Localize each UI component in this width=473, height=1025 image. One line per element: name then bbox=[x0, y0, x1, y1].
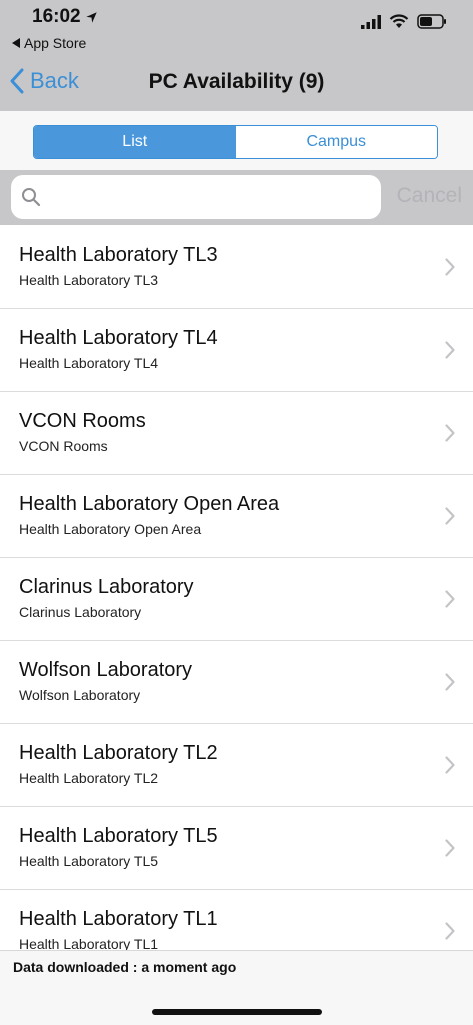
item-subtitle: Health Laboratory TL5 bbox=[19, 853, 159, 869]
item-subtitle: VCON Rooms bbox=[19, 438, 108, 454]
chevron-right-icon bbox=[445, 839, 455, 857]
search-icon bbox=[22, 188, 41, 207]
chevron-right-icon bbox=[445, 341, 455, 359]
item-title: Wolfson Laboratory bbox=[19, 659, 193, 681]
item-subtitle: Wolfson Laboratory bbox=[19, 687, 141, 703]
chevron-right-icon bbox=[445, 756, 455, 774]
item-subtitle: Health Laboratory TL3 bbox=[19, 272, 159, 288]
chevron-right-icon bbox=[445, 673, 455, 691]
item-title: Health Laboratory TL3 bbox=[19, 244, 218, 266]
item-title: Clarinus Laboratory bbox=[19, 576, 194, 598]
time-label: 16:02 bbox=[32, 6, 81, 27]
search-input[interactable] bbox=[47, 187, 351, 207]
location-arrow-icon bbox=[85, 11, 97, 23]
wifi-icon bbox=[389, 14, 409, 28]
list-item[interactable]: Wolfson Laboratory Wolfson Laboratory bbox=[0, 641, 473, 724]
location-list: Health Laboratory TL3 Health Laboratory … bbox=[0, 226, 473, 973]
segment-list[interactable]: List bbox=[34, 126, 236, 158]
search-bar: Cancel bbox=[0, 170, 473, 225]
item-subtitle: Health Laboratory TL4 bbox=[19, 355, 159, 371]
status-icons bbox=[361, 14, 447, 29]
item-title: Health Laboratory TL1 bbox=[19, 908, 218, 930]
search-field[interactable] bbox=[11, 175, 381, 219]
signal-icon bbox=[361, 14, 381, 29]
list-item[interactable]: VCON Rooms VCON Rooms bbox=[0, 392, 473, 475]
list-item[interactable]: Health Laboratory TL3 Health Laboratory … bbox=[0, 226, 473, 309]
list-item[interactable]: Health Laboratory TL5 Health Laboratory … bbox=[0, 807, 473, 890]
item-subtitle: Health Laboratory TL2 bbox=[19, 770, 159, 786]
chevron-right-icon bbox=[445, 258, 455, 276]
back-app-label: App Store bbox=[24, 35, 87, 51]
page-title: PC Availability (9) bbox=[148, 70, 325, 93]
item-title: Health Laboratory TL4 bbox=[19, 327, 218, 349]
chevron-right-icon bbox=[445, 424, 455, 442]
chevron-right-icon bbox=[445, 922, 455, 940]
item-title: Health Laboratory Open Area bbox=[19, 493, 280, 515]
item-title: Health Laboratory TL5 bbox=[19, 825, 218, 847]
cancel-button[interactable]: Cancel bbox=[397, 184, 462, 208]
item-title: Health Laboratory TL2 bbox=[19, 742, 218, 764]
battery-icon bbox=[417, 14, 446, 29]
item-subtitle: Health Laboratory Open Area bbox=[19, 521, 202, 537]
chevron-right-icon bbox=[445, 590, 455, 608]
top-bar: 16:02 App Store Back PC Availability (9) bbox=[0, 0, 473, 111]
list-item[interactable]: Health Laboratory TL4 Health Laboratory … bbox=[0, 309, 473, 392]
view-segmented-control: List Campus bbox=[33, 125, 438, 159]
back-triangle-icon bbox=[12, 38, 20, 48]
item-title: VCON Rooms bbox=[19, 410, 146, 432]
list-item[interactable]: Health Laboratory Open Area Health Labor… bbox=[0, 475, 473, 558]
segment-container: List Campus bbox=[0, 111, 473, 170]
status-time: 16:02 bbox=[32, 6, 98, 28]
back-to-app-store[interactable]: App Store bbox=[12, 35, 86, 51]
chevron-right-icon bbox=[445, 507, 455, 525]
home-indicator[interactable] bbox=[152, 1009, 322, 1015]
list-item[interactable]: Clarinus Laboratory Clarinus Laboratory bbox=[0, 558, 473, 641]
segment-campus[interactable]: Campus bbox=[235, 126, 437, 158]
item-subtitle: Clarinus Laboratory bbox=[19, 604, 142, 620]
download-status: Data downloaded : a moment ago bbox=[13, 959, 237, 975]
list-item[interactable]: Health Laboratory TL2 Health Laboratory … bbox=[0, 724, 473, 807]
